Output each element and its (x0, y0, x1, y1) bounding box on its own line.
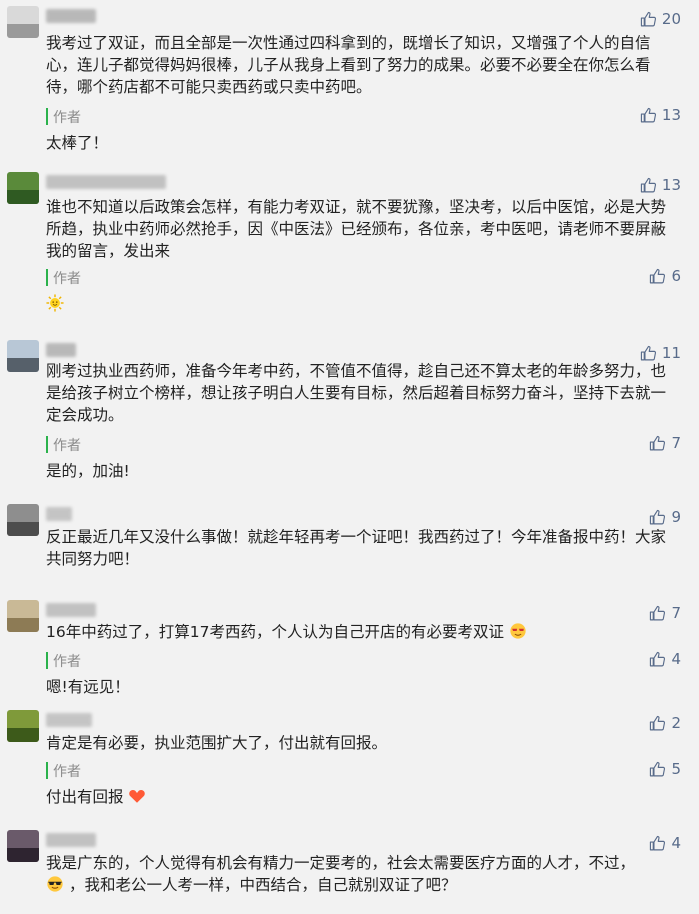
reply-text: 太棒了！ (46, 134, 109, 152)
like-count: 5 (671, 760, 681, 778)
like-count: 13 (661, 176, 681, 194)
like-button[interactable]: 4 (649, 834, 681, 852)
avatar[interactable] (7, 600, 39, 632)
heart-emoji (129, 790, 146, 803)
like-count: 4 (671, 650, 681, 668)
reply-indicator (46, 762, 48, 779)
reply-indicator (46, 269, 48, 286)
reply-text: 嗯!有远见！ (46, 678, 130, 696)
nickname-blurred (46, 9, 96, 23)
reply-indicator (46, 436, 48, 453)
reply-author-label: 作者 (53, 110, 81, 126)
nickname-blurred (46, 343, 76, 357)
like-button[interactable]: 5 (649, 760, 681, 778)
like-count: 7 (671, 604, 681, 622)
like-count: 9 (671, 508, 681, 526)
comment-text-body: 我是广东的，个人觉得有机会有精力一定要考的，社会太需要医疗方面的人才，不过， (46, 854, 636, 872)
nickname-blurred (46, 507, 72, 521)
comment-feed: 20 我考过了双证，而且全部是一次性通过四科拿到的，既增长了知识，又增强了个人的… (0, 0, 699, 914)
thumbs-up-icon (650, 268, 666, 283)
like-button[interactable]: 4 (649, 650, 681, 668)
thumbs-up-icon (650, 509, 666, 524)
comment-text: 我是广东的，个人觉得有机会有精力一定要考的，社会太需要医疗方面的人才，不过， ，… (46, 852, 679, 896)
like-button[interactable]: 13 (640, 106, 681, 124)
like-button[interactable]: 7 (649, 434, 681, 452)
comment-text: 刚考过执业西药师，准备今年考中药，不管值不值得，趁自己还不算太老的年龄多努力，也… (46, 362, 667, 424)
thumbs-up-icon (650, 761, 666, 776)
reply-author-label: 作者 (53, 654, 81, 670)
comment-text: 16年中药过了，打算17考西药，个人认为自己开店的有必要考双证 (46, 621, 679, 643)
like-button[interactable]: 9 (649, 508, 681, 526)
avatar[interactable] (7, 172, 39, 204)
avatar[interactable] (7, 504, 39, 536)
thumbs-up-icon (640, 177, 656, 192)
comment-text: 肯定是有必要，执业范围扩大了，付出就有回报。 (46, 734, 388, 752)
reply-text-body: 付出有回报 (46, 788, 124, 806)
thumbs-up-icon (650, 605, 666, 620)
thumbs-up-icon (650, 651, 666, 666)
sunglasses-emoji (47, 876, 63, 892)
sun-emoji (46, 294, 64, 312)
reply-author-label: 作者 (53, 271, 81, 287)
like-count: 2 (671, 714, 681, 732)
avatar[interactable] (7, 710, 39, 742)
comment-text-tail: ，我和老公一人考一样，中西结合，自己就别双证了吧？ (68, 876, 457, 894)
avatar[interactable] (7, 340, 39, 372)
reply-text: 付出有回报 (46, 786, 146, 808)
like-button[interactable]: 20 (640, 10, 681, 28)
like-count: 4 (671, 834, 681, 852)
like-count: 7 (671, 434, 681, 452)
like-button[interactable]: 13 (640, 176, 681, 194)
nickname-blurred (46, 603, 96, 617)
avatar[interactable] (7, 830, 39, 862)
reply-author-label: 作者 (53, 438, 81, 454)
like-count: 6 (671, 267, 681, 285)
like-button[interactable]: 6 (649, 267, 681, 285)
comment-text: 我考过了双证，而且全部是一次性通过四科拿到的，既增长了知识，又增强了个人的自信心… (46, 34, 651, 96)
comment-text: 反正最近几年又没什么事做！就趁年轻再考一个证吧！我西药过了！今年准备报中药！大家… (46, 528, 667, 568)
reply-indicator (46, 108, 48, 125)
thumbs-up-icon (640, 345, 656, 360)
comment-text-body: 16年中药过了，打算17考西药，个人认为自己开店的有必要考双证 (46, 623, 504, 641)
cool-face-emoji (510, 623, 526, 639)
thumbs-up-icon (640, 11, 656, 26)
reply-indicator (46, 652, 48, 669)
like-count: 20 (661, 10, 681, 28)
thumbs-up-icon (650, 715, 666, 730)
nickname-blurred (46, 713, 92, 727)
like-button[interactable]: 2 (649, 714, 681, 732)
thumbs-up-icon (640, 107, 656, 122)
thumbs-up-icon (650, 435, 666, 450)
comment-text: 谁也不知道以后政策会怎样，有能力考双证，就不要犹豫，坚决考，以后中医馆，必是大势… (46, 198, 667, 260)
reply-author-label: 作者 (53, 764, 81, 780)
reply-text: 是的，加油! (46, 462, 130, 480)
nickname-blurred (46, 175, 166, 189)
nickname-blurred (46, 833, 96, 847)
like-count: 13 (661, 106, 681, 124)
avatar[interactable] (7, 6, 39, 38)
thumbs-up-icon (650, 835, 666, 850)
like-button[interactable]: 7 (649, 604, 681, 622)
reply-text (46, 293, 64, 315)
